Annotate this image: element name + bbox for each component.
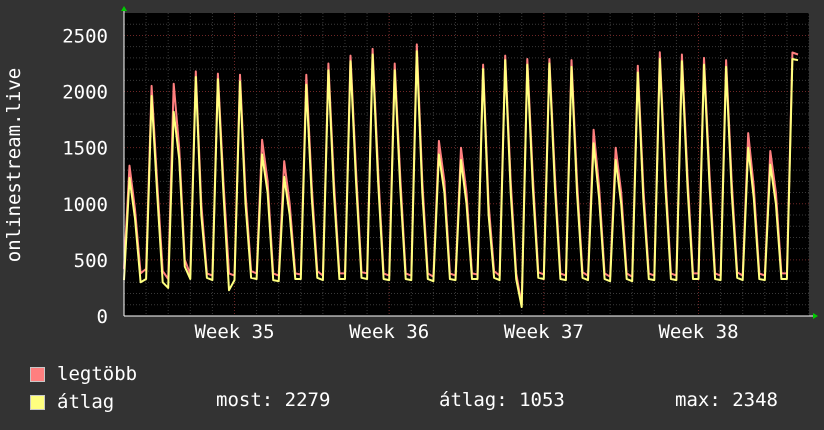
stat-now: most: 2279 <box>216 389 331 411</box>
y-tick-label: 0 <box>97 306 108 328</box>
y-axis-arrow-icon <box>121 6 127 11</box>
x-tick-label: Week 38 <box>658 321 738 343</box>
x-tick-label: Week 37 <box>504 321 584 343</box>
y-axis-label: onlinestream.live <box>3 68 25 262</box>
y-tick-label: 1500 <box>62 138 108 160</box>
y-tick-label: 2000 <box>62 82 108 104</box>
legend-item-avg: átlag <box>30 391 114 413</box>
legend-label-max: legtöbb <box>57 363 138 385</box>
x-tick-label: Week 36 <box>349 321 429 343</box>
line-chart: 0 500 1000 1500 2000 2500 Week 35 Week 36 Week … <box>3 6 818 343</box>
legend-swatch-max <box>30 366 45 382</box>
x-tick-label: Week 35 <box>194 321 274 343</box>
y-tick-label: 2500 <box>62 25 108 47</box>
y-tick-label: 500 <box>74 250 108 272</box>
y-tick-label: 1000 <box>62 194 108 216</box>
x-axis-arrow-icon <box>813 313 818 319</box>
legend-label-avg: átlag <box>57 391 115 413</box>
chart-container: 0 500 1000 1500 2000 2500 Week 35 Week 36 Week … <box>0 0 824 430</box>
stat-average: átlag: 1053 <box>439 389 565 411</box>
legend-item-max: legtöbb <box>30 363 137 385</box>
plot-area <box>124 13 809 316</box>
stat-max: max: 2348 <box>675 389 778 411</box>
legend-swatch-avg <box>30 394 45 410</box>
